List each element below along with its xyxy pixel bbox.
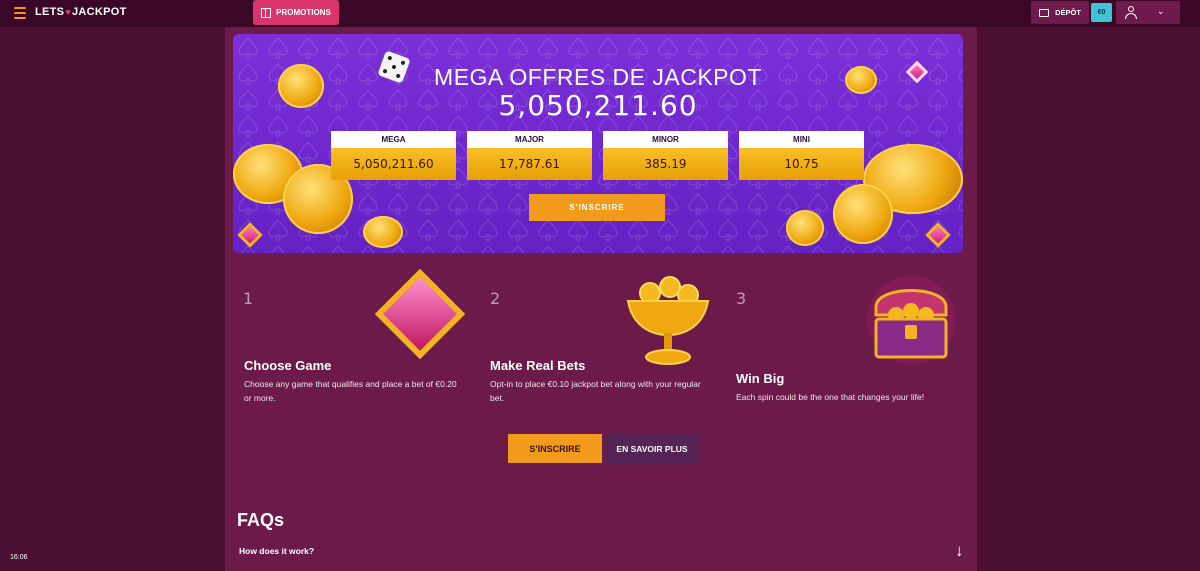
step-title: Make Real Bets: [490, 358, 586, 373]
signup-button[interactable]: S'INSCRIRE: [508, 434, 602, 463]
jackpot-banner: MEGA OFFRES DE JACKPOT 5,050,211.60 MEGA…: [233, 34, 963, 253]
jackpot-title: MEGA OFFRES DE JACKPOT: [434, 64, 762, 90]
jackpot-total-amount: 5,050,211.60: [498, 89, 698, 122]
chevron-down-icon: ⌄: [1157, 6, 1165, 16]
jackpot-name: MINI: [739, 131, 864, 148]
jackpot-card-minor: MINOR 385.19: [603, 131, 728, 180]
jackpot-value: 5,050,211.60: [331, 148, 456, 180]
step-number: 2: [490, 289, 501, 308]
balance-badge[interactable]: €0: [1091, 3, 1112, 22]
step-description: Choose any game that qualifies and place…: [244, 379, 457, 403]
jackpot-value: 10.75: [739, 148, 864, 180]
top-bar: LETS♥JACKPOT PROMOTIONS DÉPÔT €0 ⌄: [0, 0, 1200, 27]
jackpot-card-mega: MEGA 5,050,211.60: [331, 131, 456, 180]
clock: 16:06: [10, 554, 28, 561]
deposit-button[interactable]: DÉPÔT: [1031, 1, 1089, 24]
coin-icon: [786, 210, 824, 246]
hero-signup-button[interactable]: S'INSCRIRE: [529, 194, 665, 221]
coin-icon: [363, 216, 403, 248]
jackpot-card-mini: MINI 10.75: [739, 131, 864, 180]
step-number: 3: [736, 289, 747, 308]
promotions-label: PROMOTIONS: [276, 8, 331, 17]
step-title: Win Big: [736, 371, 785, 386]
user-icon: [1125, 6, 1137, 20]
trophy-cup-icon: [626, 276, 710, 365]
coin-pile-icon: [833, 184, 893, 244]
promotions-button[interactable]: PROMOTIONS: [253, 0, 339, 25]
wallet-icon: [1039, 8, 1050, 17]
learn-more-button[interactable]: EN SAVOIR PLUS: [605, 434, 699, 463]
arrow-down-icon[interactable]: ↓: [955, 541, 964, 561]
jackpot-value: 385.19: [603, 148, 728, 180]
logo[interactable]: LETS♥JACKPOT: [35, 6, 127, 18]
gift-icon: [261, 7, 272, 18]
step-title: Choose Game: [244, 358, 332, 373]
user-menu-button[interactable]: ⌄: [1116, 1, 1180, 24]
step-number: 1: [243, 289, 254, 308]
deposit-label: DÉPÔT: [1055, 8, 1081, 17]
faq-heading: FAQs: [237, 510, 285, 530]
jackpot-card-major: MAJOR 17,787.61: [467, 131, 592, 180]
step-description: Each spin could be the one that changes …: [736, 392, 925, 402]
jackpot-name: MAJOR: [467, 131, 592, 148]
treasure-chest-icon: [867, 276, 955, 364]
jackpot-value: 17,787.61: [467, 148, 592, 180]
jackpot-name: MINOR: [603, 131, 728, 148]
jackpot-name: MEGA: [331, 131, 456, 148]
heart-icon: ♥: [65, 7, 71, 17]
faq-question[interactable]: How does it work?: [239, 546, 314, 556]
step-description: Opt-in to place €0.10 jackpot bet along …: [490, 379, 701, 403]
menu-icon[interactable]: [14, 7, 26, 19]
